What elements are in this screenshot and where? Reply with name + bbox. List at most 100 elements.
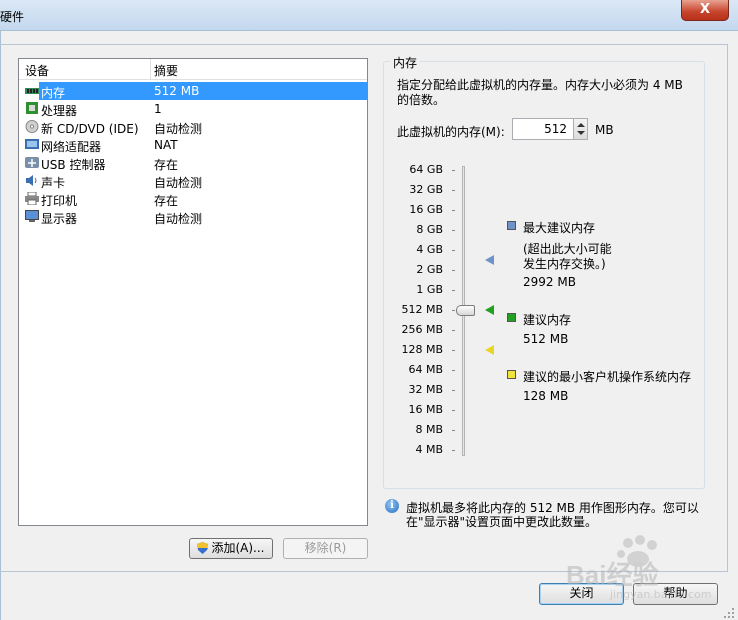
usb-icon [25,156,39,169]
network-adapter-icon [25,138,39,151]
spin-up-icon[interactable] [577,123,585,127]
device-row[interactable]: 新 CD/DVD (IDE) 自动检测 [19,118,367,136]
device-name: 打印机 [41,194,78,208]
device-name: USB 控制器 [41,158,106,172]
processor-icon [25,102,39,115]
device-summary: NAT [154,138,178,152]
minimum-title: 建议的最小客户机操作系统内存 [523,370,692,384]
memory-scale-label: 16 GB [409,203,443,216]
device-name: 新 CD/DVD (IDE) [41,122,139,136]
memory-scale-label: 64 MB [408,363,443,376]
device-name: 内存 [41,86,66,100]
device-row[interactable]: 网络适配器 NAT [19,136,367,154]
column-header-summary[interactable]: 摘要 [154,62,178,79]
memory-size-input[interactable]: 512 [512,118,574,140]
memory-scale-tick [452,330,455,331]
memory-slider-thumb[interactable] [456,305,475,316]
device-summary: 1 [154,102,162,116]
memory-scale-label: 16 MB [408,403,443,416]
device-row[interactable]: USB 控制器 存在 [19,154,367,172]
max-recommended-marker-icon [485,255,494,265]
minimum-legend-icon [507,370,516,379]
device-name: 显示器 [41,212,78,226]
memory-scale-label: 128 MB [401,343,443,356]
recommended-legend-icon [507,313,516,322]
memory-scale-tick [452,250,455,251]
memory-scale-label: 32 MB [408,383,443,396]
memory-scale-tick [452,410,455,411]
memory-scale-tick [452,370,455,371]
device-summary: 存在 [154,158,179,172]
info-icon: i [385,499,399,513]
resize-grip-icon[interactable] [722,606,736,618]
baidu-watermark: Bai经验 jingyan.baidu.com [548,535,718,607]
memory-scale-label: 64 GB [409,163,443,176]
memory-scale-tick [452,390,455,391]
remove-device-button[interactable]: 移除(R) [283,538,368,559]
device-summary: 存在 [154,194,179,208]
memory-scale-tick [452,450,455,451]
device-name: 网络适配器 [41,140,102,154]
memory-group-title: 内存 [390,54,421,71]
memory-spinner[interactable] [573,118,588,140]
selection-highlight [39,82,367,100]
memory-scale-tick [452,230,455,231]
max-recommended-note-line2: 发生内存交换。) [523,257,606,271]
device-row[interactable]: 打印机 存在 [19,190,367,208]
memory-scale-label: 4 GB [416,243,443,256]
memory-input-label: 此虚拟机的内存(M): [397,125,505,139]
info-text-line2: 在"显示器"设置页面中更改此数量。 [406,515,598,529]
memory-scale-label: 256 MB [401,323,443,336]
recommended-title: 建议内存 [523,313,572,327]
window-title: 硬件 [0,10,25,24]
memory-scale-tick [452,270,455,271]
memory-scale-tick [452,430,455,431]
column-separator[interactable] [150,59,151,79]
device-row[interactable]: 内存 512 MB [19,82,367,100]
device-name: 处理器 [41,104,78,118]
memory-unit-label: MB [595,123,614,137]
memory-scale-label: 8 MB [415,423,443,436]
watermark-subtext: jingyan.baidu.com [610,588,712,601]
device-summary: 自动检测 [154,122,203,136]
memory-scale-tick [452,350,455,351]
minimum-marker-icon [485,345,494,355]
device-summary: 512 MB [154,84,200,98]
recommended-value: 512 MB [523,332,569,346]
add-device-button[interactable]: 添加(A)... [189,538,273,559]
title-bar [0,0,738,31]
memory-scale-tick [452,170,455,171]
display-icon [25,210,39,223]
device-summary: 自动检测 [154,212,203,226]
max-recommended-value: 2992 MB [523,275,576,289]
recommended-marker-icon [485,305,494,315]
memory-scale-label: 4 MB [415,443,443,456]
memory-scale-tick [452,290,455,291]
device-summary: 自动检测 [154,176,203,190]
memory-scale-tick [452,310,455,311]
memory-scale-label: 512 MB [401,303,443,316]
device-list-header: 设备 摘要 [19,59,367,80]
memory-scale-tick [452,190,455,191]
spin-down-icon[interactable] [577,131,585,135]
cd-dvd-icon [25,120,39,133]
memory-scale-label: 8 GB [416,223,443,236]
memory-scale-tick [452,210,455,211]
printer-icon [25,191,39,206]
memory-description-line2: 的倍数。 [397,93,446,107]
window-close-button[interactable]: X [681,0,729,21]
watermark-text: Bai经验 [566,560,659,590]
memory-scale-label: 32 GB [409,183,443,196]
device-list[interactable]: 设备 摘要 内存 512 MB 处理器 1 新 CD/DVD (IDE) 自动检测 网络适配… [18,58,368,526]
memory-scale-label: 1 GB [416,283,443,296]
memory-icon [25,84,39,97]
minimum-value: 128 MB [523,389,569,403]
column-header-device[interactable]: 设备 [25,62,49,79]
max-recommended-legend-icon [507,221,516,230]
device-row[interactable]: 显示器 自动检测 [19,208,367,226]
add-device-label: 添加(A)... [211,541,265,555]
device-row[interactable]: 处理器 1 [19,100,367,118]
memory-scale-label: 2 GB [416,263,443,276]
device-row[interactable]: 声卡 自动检测 [19,172,367,190]
max-recommended-title: 最大建议内存 [523,221,596,235]
